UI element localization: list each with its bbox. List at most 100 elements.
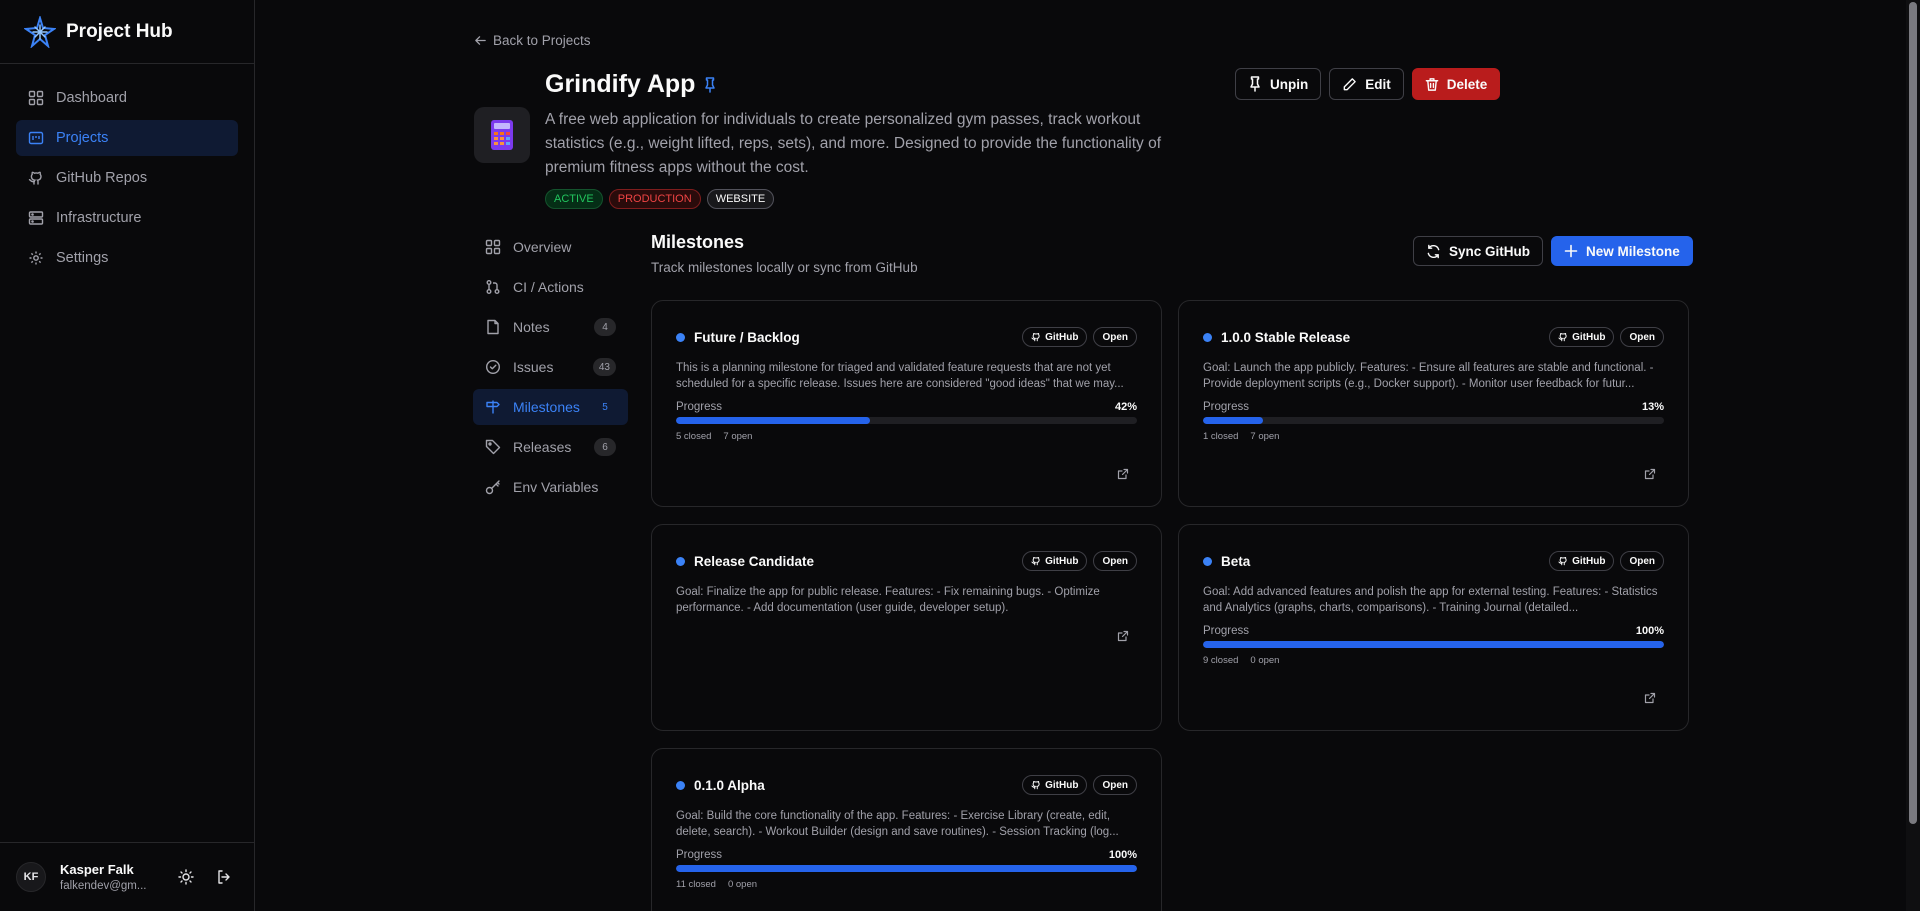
status-badge: ACTIVE [545, 189, 603, 209]
projects-icon [28, 130, 44, 146]
status-dot [676, 556, 685, 566]
github-icon [1031, 556, 1041, 566]
brand[interactable]: Project Hub [0, 0, 254, 64]
external-link-icon[interactable] [1644, 468, 1656, 480]
milestones-actions: Sync GitHub New Milestone [1413, 236, 1693, 266]
milestone-card[interactable]: Release Candidate GitHub Open Goal: Fina… [651, 524, 1162, 731]
status-dot [676, 780, 685, 790]
scrollbar-thumb[interactable] [1909, 2, 1917, 824]
project-description: A free web application for individuals t… [545, 111, 1161, 176]
grid-icon [485, 239, 501, 255]
milestone-title: 1.0.0 Stable Release [1221, 329, 1351, 345]
logout-icon[interactable] [209, 862, 239, 892]
brand-title: Project Hub [66, 20, 173, 42]
github-source-badge: GitHub [1022, 775, 1088, 795]
source-label: GitHub [1572, 331, 1606, 343]
pencil-icon [1342, 77, 1357, 92]
tab-label: CI / Actions [513, 279, 584, 295]
main-nav: Dashboard Projects GitHub Repos Infrastr… [0, 64, 254, 296]
signpost-icon [485, 399, 501, 415]
tab-label: Issues [513, 359, 554, 375]
nav-item-settings[interactable]: Settings [16, 240, 238, 276]
github-icon [1558, 556, 1568, 566]
progress-bar [676, 417, 1137, 424]
milestone-card[interactable]: Beta GitHub Open Goal: Add advanced feat… [1178, 524, 1689, 731]
nav-item-github-repos[interactable]: GitHub Repos [16, 160, 238, 196]
closed-count: 11 closed [676, 879, 716, 890]
progress-percent: 100% [1108, 849, 1137, 861]
milestones-count-badge: 5 [602, 401, 608, 413]
environment-badge: PRODUCTION [608, 189, 701, 209]
external-link-icon[interactable] [1644, 692, 1656, 704]
star-logo-icon [24, 15, 56, 48]
milestones-header: Milestones Track milestones locally or s… [651, 232, 918, 275]
progress-bar [1203, 417, 1664, 424]
tab-ci-actions[interactable]: CI / Actions [473, 269, 628, 305]
github-icon [1558, 332, 1568, 342]
milestone-title: Release Candidate [694, 553, 815, 569]
project-actions: Unpin Edit Delete [1235, 68, 1501, 100]
external-link-icon[interactable] [1117, 630, 1129, 642]
delete-button[interactable]: Delete [1411, 68, 1501, 100]
edit-label: Edit [1365, 76, 1391, 92]
progress-label: Progress [676, 401, 723, 413]
tab-label: Env Variables [513, 479, 599, 495]
nav-label: Projects [56, 130, 109, 146]
progress-fill [1203, 641, 1664, 648]
back-to-projects-link[interactable]: Back to Projects [474, 33, 591, 48]
milestone-description: Goal: Add advanced features and polish t… [1203, 586, 1658, 614]
source-label: GitHub [1045, 555, 1079, 567]
nav-label: GitHub Repos [56, 170, 148, 186]
github-icon [28, 170, 44, 186]
key-icon [485, 479, 501, 495]
progress-percent: 42% [1114, 401, 1137, 413]
progress-bar [1203, 641, 1664, 648]
nav-label: Settings [56, 250, 109, 266]
trash-icon [1425, 77, 1439, 92]
milestone-card[interactable]: Future / Backlog GitHub Open This is a p… [651, 300, 1162, 507]
sidebar: Project Hub Dashboard Projects GitHub Re… [0, 0, 255, 911]
tab-env-variables[interactable]: Env Variables [473, 469, 628, 505]
new-milestone-button[interactable]: New Milestone [1551, 236, 1693, 266]
nav-item-dashboard[interactable]: Dashboard [16, 80, 238, 116]
progress-percent: 13% [1641, 401, 1664, 413]
nav-item-projects[interactable]: Projects [16, 120, 238, 156]
progress-fill [676, 417, 870, 424]
open-count: 7 open [723, 431, 753, 442]
open-count: 7 open [1250, 431, 1280, 442]
arrow-left-icon [474, 34, 493, 47]
refresh-icon [1426, 244, 1441, 259]
unpin-button[interactable]: Unpin [1235, 68, 1322, 100]
nav-item-infrastructure[interactable]: Infrastructure [16, 200, 238, 236]
tab-releases[interactable]: Releases 6 [473, 429, 628, 465]
sync-github-button[interactable]: Sync GitHub [1413, 236, 1544, 266]
project-calculator-icon [474, 107, 530, 163]
milestone-title: Future / Backlog [694, 329, 800, 345]
closed-count: 5 closed [676, 431, 712, 442]
milestone-card[interactable]: 0.1.0 Alpha GitHub Open Goal: Build the … [651, 748, 1162, 911]
source-label: GitHub [1572, 555, 1606, 567]
milestone-description: This is a planning milestone for triaged… [676, 362, 1124, 390]
milestone-card[interactable]: 1.0.0 Stable Release GitHub Open Goal: L… [1178, 300, 1689, 507]
closed-count: 9 closed [1203, 655, 1239, 666]
page-scrollbar[interactable] [1906, 0, 1920, 911]
tab-notes[interactable]: Notes 4 [473, 309, 628, 345]
server-icon [28, 210, 44, 226]
user-bar: KF Kasper Falk falkendev@gm... [0, 842, 255, 911]
tab-issues[interactable]: Issues 43 [473, 349, 628, 385]
tab-milestones[interactable]: Milestones 5 [473, 389, 628, 425]
theme-toggle-sun-icon[interactable] [171, 862, 201, 892]
progress-label: Progress [676, 849, 723, 861]
progress-label: Progress [1203, 625, 1250, 637]
tab-overview[interactable]: Overview [473, 229, 628, 265]
github-source-badge: GitHub [1022, 327, 1088, 347]
avatar[interactable]: KF [16, 862, 46, 892]
github-icon [1031, 780, 1041, 790]
edit-button[interactable]: Edit [1329, 68, 1404, 100]
progress-fill [1203, 417, 1263, 424]
user-email: falkendev@gm... [60, 880, 147, 892]
external-link-icon[interactable] [1117, 468, 1129, 480]
milestone-description: Goal: Build the core functionality of th… [676, 810, 1119, 838]
file-icon [485, 319, 501, 335]
unpin-label: Unpin [1270, 76, 1309, 92]
